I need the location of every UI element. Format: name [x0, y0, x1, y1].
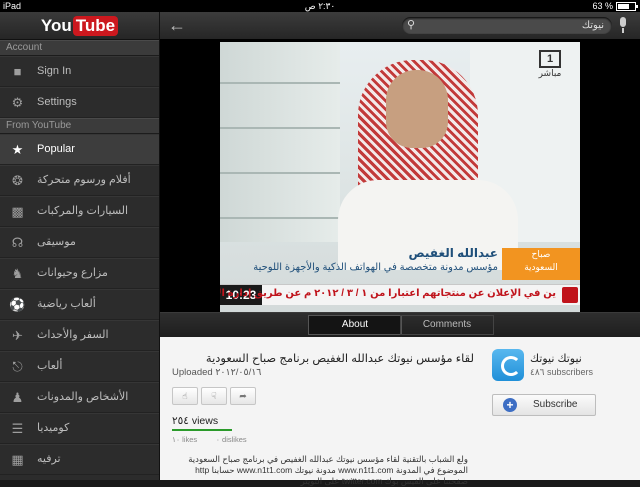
dislikes-count: ٠ dislikes: [215, 435, 247, 444]
clapper-icon: ▦: [11, 452, 24, 467]
tab-about[interactable]: About: [308, 315, 402, 335]
plus-icon: +: [503, 398, 517, 412]
sidebar-item-film[interactable]: ❂ أفلام ورسوم متحركة: [0, 165, 159, 196]
dislike-button[interactable]: ☟: [201, 387, 227, 405]
video-description: ولع الشباب بالتقنية لقاء مؤسس نيوتك عبدا…: [188, 454, 468, 486]
video-player[interactable]: 1 مباشر عبدالله الغفيص مؤسس مدونة متخصصة…: [160, 40, 640, 312]
microphone-icon[interactable]: [618, 17, 628, 34]
plane-icon: ✈: [12, 328, 23, 343]
program-badge: صباح السعودية: [502, 248, 580, 280]
share-icon: ➦: [239, 391, 247, 401]
film-reel-icon: ❂: [12, 173, 23, 188]
account-header: Account: [0, 40, 159, 56]
like-button[interactable]: ☝: [172, 387, 198, 405]
subscribe-button[interactable]: + Subscribe: [492, 394, 596, 416]
main-panel: ← ⚲ 1 مباشر عبدالله الغفيص مؤسس مدون: [160, 12, 640, 486]
action-buttons: ☝ ☟ ➦: [172, 387, 256, 405]
star-icon: ★: [11, 142, 24, 157]
sidebar-item-sports[interactable]: ⚽ ألعاب رياضية: [0, 289, 159, 320]
like-counts: ١٠ likes ٠ dislikes: [172, 435, 247, 444]
sidebar-item-animals[interactable]: ♞ مزارع وحيوانات: [0, 258, 159, 289]
sidebar-item-sign-in[interactable]: ■ Sign In: [0, 56, 159, 87]
sidebar-item-autos[interactable]: ▩ السيارات والمركبات: [0, 196, 159, 227]
logo-bar: You Tube: [0, 12, 159, 40]
video-title: لقاء مؤسس نيوتك عبدالله الغفيص برنامج صب…: [205, 353, 474, 365]
video-info: لقاء مؤسس نيوتك عبدالله الغفيص برنامج صب…: [160, 337, 640, 486]
subscriber-count: ٤٨٦ subscribers: [530, 367, 594, 377]
thumbs-up-icon: ☝: [182, 391, 188, 401]
battery-percent: 63 %: [592, 1, 613, 11]
thumbs-down-icon: ☟: [211, 391, 217, 401]
search-icon: ⚲: [407, 19, 416, 31]
sidebar-item-settings[interactable]: ⚙ Settings: [0, 87, 159, 118]
dog-icon: ♞: [11, 266, 24, 281]
back-arrow-icon[interactable]: ←: [168, 15, 186, 35]
comedy-icon: ☰: [11, 421, 24, 436]
gear-icon: ⚙: [11, 95, 24, 110]
clock: ٢:٣٠ ص: [304, 1, 336, 11]
people-icon: ♟: [11, 390, 24, 405]
channel-name[interactable]: نيوتك نيوتك: [530, 352, 582, 365]
sidebar: You Tube Account ■ Sign In ⚙ Settings Fro…: [0, 12, 160, 480]
channel-one-logo: 1 مباشر: [530, 50, 570, 82]
sidebar-item-people[interactable]: ♟ الأشخاص والمدونات: [0, 382, 159, 413]
sidebar-item-music[interactable]: ☊ موسيقى: [0, 227, 159, 258]
video-presenter: [338, 60, 518, 270]
car-icon: ▩: [11, 204, 24, 219]
search-input[interactable]: [434, 18, 604, 32]
video-background-shelf: [220, 42, 340, 242]
headphones-icon: ☊: [11, 235, 24, 250]
view-count: ٢٥٤ views: [172, 415, 232, 431]
share-button[interactable]: ➦: [230, 387, 256, 405]
search-box[interactable]: ⚲: [402, 17, 612, 34]
sidebar-item-travel[interactable]: ✈ السفر والأحداث: [0, 320, 159, 351]
youtube-logo[interactable]: You Tube: [41, 15, 119, 36]
lower-third: عبدالله الغفيص مؤسس مدونة متخصصة في الهو…: [220, 242, 580, 312]
sidebar-item-gaming[interactable]: ⎋ ألعاب: [0, 351, 159, 382]
tab-bar: About Comments: [160, 312, 640, 337]
user-icon: ■: [13, 64, 22, 79]
upload-date: Uploaded ٢٠١٢/٠٥/١٦: [172, 367, 262, 378]
battery-icon: [616, 1, 638, 11]
sidebar-item-entertainment[interactable]: ▦ ترفيه: [0, 444, 159, 475]
guest-title: مؤسس مدونة متخصصة في الهواتف الذكية والأ…: [253, 262, 498, 273]
ticker-logo: [562, 287, 578, 303]
sidebar-item-comedy[interactable]: ☰ كوميديا: [0, 413, 159, 444]
channel-logo-icon[interactable]: [492, 349, 524, 381]
channel-card[interactable]: نيوتك نيوتك ٤٨٦ subscribers: [492, 349, 632, 389]
from-youtube-header: From YouTube: [0, 118, 159, 134]
status-bar: iPad ٢:٣٠ ص 63 %: [0, 0, 640, 12]
ball-icon: ⚽: [9, 297, 26, 312]
guest-name: عبدالله الغفيص: [408, 246, 498, 260]
ticker-text: ين في الإعلان عن منتجاتهم اعتبارا من ١ /…: [220, 288, 556, 299]
likes-count: ١٠ likes: [172, 435, 198, 444]
video-frame[interactable]: 1 مباشر عبدالله الغفيص مؤسس مدونة متخصصة…: [220, 42, 580, 312]
battery-status: 63 %: [592, 0, 638, 12]
top-bar: ← ⚲: [160, 12, 640, 40]
gamepad-icon: ⎋: [12, 359, 23, 374]
news-ticker: 10:23 ين في الإعلان عن منتجاتهم اعتبارا …: [220, 284, 580, 305]
sidebar-item-popular[interactable]: ★ Popular: [0, 134, 159, 165]
tab-comments[interactable]: Comments: [400, 315, 494, 335]
